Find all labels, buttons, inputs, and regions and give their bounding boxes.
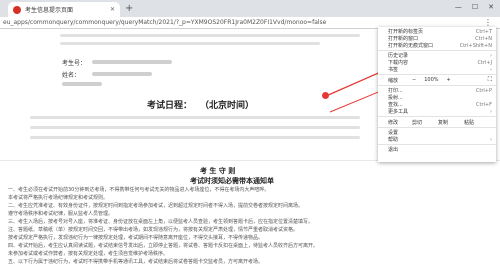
menu-item-incognito[interactable]: 打开新的无痕式窗口 Ctrl+Shift+N [378,42,496,50]
menu-item-history[interactable]: 历史记录 › [378,52,496,60]
menu-separator [378,144,496,145]
rule-paragraph: 未参加考试或考试作弊者，按有关规定处理，考生须自觉维护考场秩序。 [8,251,169,257]
blurred-line [30,126,360,129]
tab-title: 考生信息提示页面 [25,7,74,14]
menu-separator [378,116,496,117]
new-tab-icon[interactable]: + [125,3,133,15]
close-window-icon[interactable]: ✕ [488,3,494,11]
menu-item-new-tab[interactable]: 打开新的标签页 Ctrl+T [378,28,496,36]
menu-item-more-tools[interactable]: 更多工具 › [378,108,496,116]
blurred-line [30,116,360,119]
rule-paragraph: 注、答题纸、草稿纸（单）按规定时间交回，不得带出考场，如发现违规行为，将按有关规… [8,227,299,233]
menu-item-print[interactable]: 打印... Ctrl+P [378,87,496,95]
browser-menu-icon[interactable]: ⋮ [484,18,492,27]
menu-item-bookmarks[interactable]: 书签 › [378,66,496,74]
rule-paragraph: 二、考生应凭准考证、有效身份证件，按规定时间到指定考场参加考试，迟到超过规定时间… [8,203,304,209]
browser-menu: 打开新的标签页 Ctrl+T 打开新的窗口 Ctrl+N 打开新的无痕式窗口 C… [378,27,496,162]
fullscreen-icon[interactable]: ⛶ [488,76,492,84]
window-controls: — ☐ ✕ [455,3,494,11]
tab-strip: 考生信息提示页面 ✕ + — ☐ ✕ [0,0,500,17]
menu-separator [378,85,496,86]
zoom-level: 100% [424,77,439,83]
paste-button[interactable]: 粘贴 [462,119,476,126]
menu-separator [378,127,496,128]
menu-item-cast[interactable]: 投射... [378,94,496,101]
zoom-in-button[interactable]: + [447,77,451,83]
exam-timezone: （北京时间） [200,101,255,111]
rule-paragraph: 四、考试开始后，考生应认真阅读试题，考试结束信号发出后，立即停止答题，将试卷、答… [8,243,319,249]
menu-separator [378,74,496,75]
field-value [92,72,152,76]
browser-tab[interactable]: 考生信息提示页面 ✕ [8,2,120,17]
url-text[interactable]: eu_apps/commonquery/commonquery/queryMat… [3,19,458,26]
menu-item-downloads[interactable]: 下载内容 Ctrl+J [378,59,496,67]
menu-item-new-window[interactable]: 打开新的窗口 Ctrl+N [378,35,496,43]
blurred-line [30,136,360,139]
field-label: 考生号： [62,60,87,67]
copy-button[interactable]: 复制 [436,119,450,126]
field-value [92,60,172,64]
annotation-marker [322,92,329,99]
menu-separator [378,50,496,51]
menu-item-exit[interactable]: 退出 [378,146,496,153]
rule-paragraph: 三、考生入场后，按考号对号入座，将准考证、身份证放在桌面左上角，以便监考人员查验… [8,219,314,225]
exam-date-label: 考试日程： [147,101,193,111]
rule-paragraph: 五、以下行为属于违纪行为，考试时不得携带手机等通讯工具，考试结束后将试卷答题卡交… [8,259,264,265]
minimize-icon[interactable]: — [455,3,462,11]
rule-paragraph: 按考试规定严格执行，发现违纪行为一律按规定处理，考试期间不得随意离开座位，不得交… [8,235,264,241]
menu-edit-row: 修改 剪切 复制 粘贴 [388,119,476,126]
blurred-header [60,42,320,45]
zoom-out-button[interactable]: − [412,77,416,83]
favicon-icon [13,5,21,14]
menu-item-settings[interactable]: 设置 [378,129,496,136]
rule-paragraph: 遵守考场秩序和考试纪律，服从监考人员管理。 [8,211,114,217]
rules-title: 考 生 守 则 [200,167,236,175]
rule-paragraph: 一、考生必须在考试开始前30分钟到达考场，不得携带任何与考试无关的物品进入考场座… [8,187,270,193]
field-value [62,82,102,86]
menu-zoom-row: 缩放 − 100% + ⛶ [388,76,492,84]
rule-paragraph: 本考试将严格执行考场纪律规定和考试规则。 [8,195,109,201]
close-tab-icon[interactable]: ✕ [110,6,115,13]
blurred-header [60,34,360,37]
maximize-icon[interactable]: ☐ [472,3,478,11]
field-label: 姓名： [62,72,81,79]
cut-button[interactable]: 剪切 [410,119,424,126]
rules-subtitle: 考试时须知必需带本通知单 [190,177,274,185]
menu-item-find[interactable]: 查找... Ctrl+F [378,101,496,109]
menu-item-help[interactable]: 帮助 › [378,136,496,144]
